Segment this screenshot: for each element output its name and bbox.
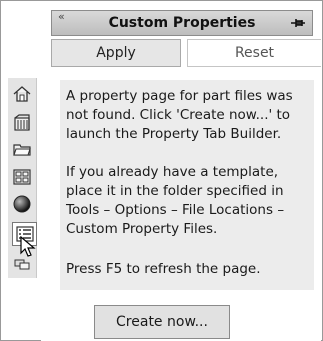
custom-properties-panel: A property page for part files was not f… bbox=[41, 70, 321, 341]
appearance-icon[interactable] bbox=[10, 192, 34, 216]
action-button-row: Apply Reset bbox=[51, 39, 321, 68]
create-now-button[interactable]: Create now... bbox=[94, 305, 230, 339]
library-icon[interactable] bbox=[10, 111, 34, 135]
reset-button[interactable]: Reset bbox=[187, 39, 321, 67]
info-message-box: A property page for part files was not f… bbox=[60, 80, 314, 290]
panel-title: Custom Properties bbox=[108, 15, 256, 31]
folder-icon[interactable] bbox=[10, 137, 34, 161]
pin-icon[interactable] bbox=[290, 17, 306, 29]
message-paragraph: If you already have a template, place it… bbox=[66, 164, 285, 237]
apply-button[interactable]: Apply bbox=[51, 39, 181, 67]
message-paragraph: A property page for part files was not f… bbox=[66, 88, 293, 142]
home-icon[interactable] bbox=[10, 82, 34, 106]
panel-title-bar: « Custom Properties bbox=[51, 10, 313, 36]
view-palette-icon[interactable] bbox=[10, 165, 34, 189]
message-paragraph: Press F5 to refresh the page. bbox=[66, 261, 261, 277]
mouse-cursor-icon bbox=[20, 236, 36, 257]
